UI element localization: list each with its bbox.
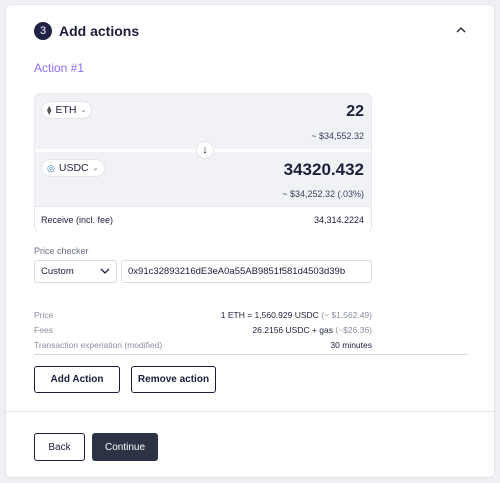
to-amount[interactable]: 34320.432 — [284, 160, 364, 180]
arrow-down-icon[interactable]: ↓ — [196, 141, 214, 159]
price-checker-label: Price checker — [34, 246, 89, 256]
fees-label: Fees — [34, 325, 53, 335]
from-amount[interactable]: 22 — [346, 103, 364, 121]
chevron-up-icon[interactable] — [454, 25, 468, 35]
add-actions-card: 3 Add actions Action #1 ⧫ ETH ⌄ 22 ~ $34… — [5, 4, 495, 478]
chevron-down-icon: ⌄ — [80, 107, 87, 114]
price-checker-selected: Custom — [41, 266, 74, 277]
fees-row: Fees 26.2156 USDC + gas (~$26.36) — [34, 325, 372, 337]
step-header: 3 Add actions — [34, 22, 139, 40]
swap-to-row: ◎ USDC ⌄ 34320.432 ~ $34,252.32 (.03%) — [35, 152, 371, 204]
price-checker-select[interactable]: Custom — [34, 260, 117, 283]
from-token-label: ETH — [55, 104, 77, 116]
divider — [34, 354, 468, 355]
expiration-row: Transaction experiation (modified) 30 mi… — [34, 340, 372, 352]
from-usd-value: ~ $34,552.32 — [311, 131, 364, 141]
fees-value: 26.2156 USDC + gas (~$26.36) — [252, 325, 372, 335]
expiration-value: 30 minutes — [330, 340, 372, 350]
usdc-icon: ◎ — [47, 162, 55, 173]
price-label: Price — [34, 310, 54, 320]
to-usd-value: ~ $34,252.32 (.03%) — [282, 189, 364, 199]
swap-panel: ⧫ ETH ⌄ 22 ~ $34,552.32 ↓ ◎ USDC ⌄ 34320… — [34, 93, 372, 233]
ethereum-icon: ⧫ — [47, 104, 52, 115]
add-action-button[interactable]: Add Action — [34, 366, 120, 393]
receive-value: 34,314.2224 — [313, 215, 364, 225]
fees-usd: (~$26.36) — [335, 325, 372, 335]
footer-divider — [6, 411, 494, 412]
back-button[interactable]: Back — [34, 433, 85, 461]
action-title: Action #1 — [34, 61, 85, 75]
price-value: 1 ETH = 1,560.929 USDC (~ $1,562.49) — [221, 310, 372, 320]
receive-label: Receive (incl. fee) — [41, 215, 114, 225]
remove-action-button[interactable]: Remove action — [131, 366, 216, 393]
price-row: Price 1 ETH = 1,560.929 USDC (~ $1,562.4… — [34, 310, 372, 322]
step-number-badge: 3 — [34, 22, 52, 40]
expiration-label: Transaction experiation (modified) — [34, 340, 163, 350]
receive-row: Receive (incl. fee) 34,314.2224 — [35, 206, 371, 233]
to-token-label: USDC — [58, 162, 89, 174]
from-token-selector[interactable]: ⧫ ETH ⌄ — [41, 101, 93, 119]
swap-from-row: ⧫ ETH ⌄ 22 ~ $34,552.32 — [35, 94, 371, 146]
chevron-down-icon: ⌄ — [92, 165, 99, 172]
to-token-selector[interactable]: ◎ USDC ⌄ — [41, 159, 105, 177]
price-rate: 1 ETH = 1,560.929 USDC — [220, 310, 319, 320]
price-checker-address-input[interactable]: 0x91c32893216dE3eA0a55AB9851f581d4503d39… — [121, 260, 372, 283]
step-title: Add actions — [59, 23, 140, 39]
price-usd: (~ $1,562.49) — [321, 310, 372, 320]
chevron-down-icon — [100, 268, 110, 274]
continue-button[interactable]: Continue — [92, 433, 158, 461]
fees-amount: 26.2156 USDC + gas — [252, 325, 333, 335]
